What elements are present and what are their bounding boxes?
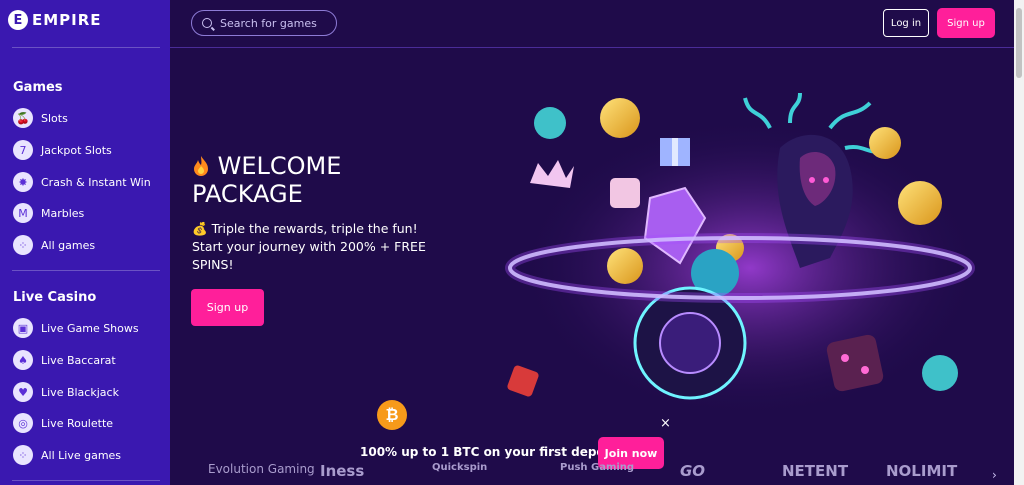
- money-bag-icon: 💰: [192, 221, 208, 236]
- provider-logo[interactable]: GO: [680, 462, 705, 480]
- chevron-right-icon[interactable]: ›: [992, 468, 997, 482]
- search-box[interactable]: [191, 10, 337, 36]
- provider-logo[interactable]: Iness: [320, 462, 364, 480]
- hero-signup-button[interactable]: Sign up: [191, 289, 264, 326]
- seven-icon: 7: [13, 140, 33, 160]
- grid-icon: ⁘: [13, 445, 33, 465]
- tv-icon: ▣: [13, 318, 33, 338]
- logo-text: EMPIRE: [32, 11, 102, 29]
- sidebar-item-label: Live Blackjack: [41, 385, 119, 399]
- provider-logo[interactable]: Quickspin: [432, 462, 487, 473]
- scrollbar-thumb[interactable]: [1016, 8, 1022, 78]
- provider-logo[interactable]: NETENT: [782, 462, 848, 480]
- promo-text: 100% up to 1 BTC on your first deposit: [360, 445, 622, 459]
- cherries-icon: 🍒: [13, 108, 33, 128]
- sidebar-item-label: All Live games: [41, 448, 122, 462]
- logo-mark-icon: E: [8, 10, 28, 30]
- logo[interactable]: E EMPIRE: [8, 10, 102, 30]
- sidebar-item-live-blackjack[interactable]: ♥ Live Blackjack: [13, 381, 119, 403]
- bitcoin-icon: ₿: [377, 400, 407, 430]
- signup-button[interactable]: Sign up: [937, 8, 995, 38]
- top-bar: Log in Sign up: [170, 0, 1024, 48]
- sidebar: E EMPIRE Games 🍒 Slots 7 Jackpot Slots ✸…: [0, 0, 170, 485]
- sidebar-item-label: All games: [41, 238, 96, 252]
- sidebar-item-live-game-shows[interactable]: ▣ Live Game Shows: [13, 317, 139, 339]
- games-section-title: Games: [13, 80, 63, 95]
- sidebar-item-all-live-games[interactable]: ⁘ All Live games: [13, 444, 121, 466]
- provider-logo[interactable]: Evolution Gaming: [208, 462, 315, 476]
- sidebar-item-label: Jackpot Slots: [41, 143, 112, 157]
- blackjack-icon: ♥: [13, 382, 33, 402]
- sidebar-item-slots[interactable]: 🍒 Slots: [13, 107, 68, 129]
- hero-title-line2: PACKAGE: [192, 180, 303, 208]
- sidebar-divider: [12, 47, 160, 48]
- sidebar-item-label: Live Baccarat: [41, 353, 116, 367]
- grid-icon: ⁘: [13, 235, 33, 255]
- search-input[interactable]: [218, 15, 332, 31]
- hero-banner: WELCOME PACKAGE 💰 Triple the rewards, tr…: [170, 48, 1014, 456]
- sidebar-item-live-baccarat[interactable]: ♠ Live Baccarat: [13, 349, 116, 371]
- login-button[interactable]: Log in: [883, 9, 929, 37]
- sidebar-item-label: Live Game Shows: [41, 321, 139, 335]
- sidebar-item-marbles[interactable]: M Marbles: [13, 202, 84, 224]
- sidebar-divider: [12, 270, 160, 271]
- roulette-icon: ◎: [13, 413, 33, 433]
- providers-strip: Evolution Gaming Iness Quickspin Push Ga…: [200, 460, 990, 485]
- cards-icon: ♠: [13, 350, 33, 370]
- hero-artwork: [505, 92, 980, 418]
- sidebar-item-label: Slots: [41, 111, 68, 125]
- hero-title-line1: WELCOME: [217, 152, 342, 180]
- sidebar-item-crash-instant-win[interactable]: ✸ Crash & Instant Win: [13, 171, 151, 193]
- hero-tagline: 💰 Triple the rewards, triple the fun! St…: [192, 220, 432, 274]
- scrollbar[interactable]: [1014, 0, 1024, 485]
- marbles-icon: M: [13, 203, 33, 223]
- explosion-icon: ✸: [13, 172, 33, 192]
- flame-icon: [194, 156, 208, 176]
- sidebar-item-label: Crash & Instant Win: [41, 175, 151, 189]
- provider-logo[interactable]: Push Gaming: [560, 462, 634, 473]
- search-icon: [202, 18, 212, 28]
- sidebar-divider: [12, 480, 160, 481]
- hero-title: WELCOME PACKAGE: [192, 152, 341, 208]
- sidebar-item-label: Marbles: [41, 206, 85, 220]
- hero-tagline-text: Triple the rewards, triple the fun! Star…: [192, 221, 426, 272]
- sidebar-item-jackpot-slots[interactable]: 7 Jackpot Slots: [13, 139, 112, 161]
- sidebar-item-live-roulette[interactable]: ◎ Live Roulette: [13, 412, 113, 434]
- provider-logo[interactable]: NOLIMIT: [886, 462, 957, 480]
- sidebar-item-label: Live Roulette: [41, 416, 114, 430]
- live-casino-section-title: Live Casino: [13, 290, 97, 305]
- sidebar-item-all-games[interactable]: ⁘ All games: [13, 234, 95, 256]
- close-icon[interactable]: ×: [660, 416, 671, 431]
